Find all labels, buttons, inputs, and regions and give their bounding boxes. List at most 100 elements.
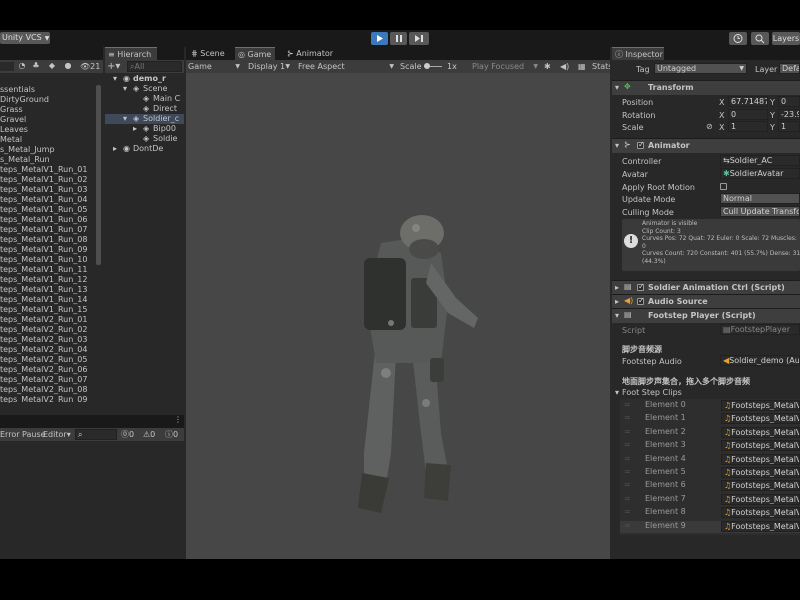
animator-enabled-checkbox[interactable] xyxy=(637,140,645,149)
play-focused-dropdown[interactable]: Play Focused ▼ xyxy=(472,60,538,73)
mute-audio-icon[interactable]: ◀) xyxy=(560,60,569,73)
error-count-toggle[interactable]: ⓪0 xyxy=(121,428,134,441)
soldier-ctrl-enabled-checkbox[interactable] xyxy=(637,282,645,291)
project-item[interactable]: teps_MetalV1_Run_03 xyxy=(0,185,96,195)
drag-handle-icon[interactable]: = xyxy=(624,521,631,531)
drag-handle-icon[interactable]: = xyxy=(624,467,631,477)
display-dropdown[interactable]: Display 1 ▼ xyxy=(248,60,290,73)
layer-dropdown[interactable]: Default xyxy=(779,63,800,74)
footstep-header[interactable]: ▾ ▤ Footstep Player (Script) xyxy=(612,308,800,323)
scale-y-field[interactable]: 1 xyxy=(778,121,800,132)
project-item[interactable]: s_Metal_Run xyxy=(0,155,96,165)
project-item[interactable]: teps_MetalV2_Run_08 xyxy=(0,385,96,395)
clip-object-field[interactable]: ♫Footsteps_MetalV1_ xyxy=(721,453,800,465)
project-item[interactable]: s_Metal_Jump xyxy=(0,145,96,155)
link-icon[interactable]: ⊘ xyxy=(706,122,713,131)
clip-object-field[interactable]: ♫Footsteps_MetalV1_ xyxy=(721,413,800,425)
culling-mode-dropdown[interactable]: Cull Update Transforms xyxy=(720,206,800,217)
rotation-y-field[interactable]: -23.9 xyxy=(778,109,800,120)
rotation-x-field[interactable]: 0 xyxy=(728,109,768,120)
hierarchy-item[interactable]: ◈ Direct xyxy=(105,104,184,114)
project-item[interactable]: teps_MetalV2_Run_03 xyxy=(0,335,96,345)
project-item[interactable]: teps_MetalV1_Run_14 xyxy=(0,295,96,305)
scale-slider-thumb[interactable] xyxy=(424,63,430,69)
project-scrollbar[interactable] xyxy=(96,85,101,265)
editor-dropdown[interactable]: Editor▾ xyxy=(43,428,71,441)
project-search-field[interactable] xyxy=(0,62,14,71)
project-item[interactable]: teps_MetalV1_Run_08 xyxy=(0,235,96,245)
layers-dropdown[interactable]: Layers xyxy=(772,32,800,45)
foldout-arrow-icon[interactable]: ▾ xyxy=(615,388,619,397)
clip-object-field[interactable]: ♫Footsteps_MetalV1_ xyxy=(721,507,800,519)
project-item[interactable]: teps_MetalV2_Run_07 xyxy=(0,375,96,385)
position-y-field[interactable]: 0 xyxy=(778,96,800,107)
drag-handle-icon[interactable]: = xyxy=(624,494,631,504)
drag-handle-icon[interactable]: = xyxy=(624,400,631,410)
history-button[interactable] xyxy=(729,32,747,45)
clip-object-field[interactable]: ♫Footsteps_MetalV1_ xyxy=(721,400,800,411)
add-object-button[interactable]: +▾ xyxy=(107,61,120,72)
project-item[interactable]: teps_MetalV1_Run_11 xyxy=(0,265,96,275)
project-item[interactable]: teps_MetalV2_Run_01 xyxy=(0,315,96,325)
clip-object-field[interactable]: ♫Footsteps_MetalV1_ xyxy=(721,493,800,505)
error-pause-button[interactable]: Error Pause xyxy=(0,428,46,441)
update-mode-dropdown[interactable]: Normal xyxy=(720,193,800,204)
project-item[interactable]: teps_MetalV2_Run_05 xyxy=(0,355,96,365)
gizmo-icon[interactable]: ▦ xyxy=(578,60,586,73)
clip-object-field[interactable]: ♫Footsteps_MetalV1_ xyxy=(721,426,800,438)
project-item[interactable]: DirtyGround xyxy=(0,95,96,105)
tab-scene[interactable]: ⋕ Scene xyxy=(188,47,238,60)
root-motion-checkbox[interactable] xyxy=(720,183,727,190)
project-item[interactable]: teps_MetalV1_Run_01 xyxy=(0,165,96,175)
project-item[interactable]: teps_MetalV1_Run_06 xyxy=(0,215,96,225)
warning-count-toggle[interactable]: ⚠0 xyxy=(143,428,155,441)
scale-x-field[interactable]: 1 xyxy=(728,121,768,132)
search-button[interactable] xyxy=(751,32,769,45)
game-viewport[interactable] xyxy=(186,73,610,559)
visibility-icon[interactable]: 👁21 xyxy=(80,62,100,71)
drag-handle-icon[interactable]: = xyxy=(624,440,631,450)
project-item[interactable]: teps_MetalV1_Run_09 xyxy=(0,245,96,255)
project-item[interactable]: teps_MetalV2_Run_06 xyxy=(0,365,96,375)
project-item[interactable]: teps_MetalV1_Run_05 xyxy=(0,205,96,215)
drag-handle-icon[interactable]: = xyxy=(624,454,631,464)
project-item[interactable]: ssentials xyxy=(0,85,96,95)
tab-animator[interactable]: ⊱ Animator xyxy=(284,47,340,60)
transform-header[interactable]: ▾ ✥ Transform xyxy=(612,80,800,95)
bug-icon[interactable]: ✱ xyxy=(544,60,551,73)
clip-object-field[interactable]: ♫Footsteps_MetalV1_ xyxy=(721,520,800,532)
clip-object-field[interactable]: ♫Footsteps_MetalV1_ xyxy=(721,480,800,492)
project-item[interactable]: Grass xyxy=(0,105,96,115)
drag-handle-icon[interactable]: = xyxy=(624,413,631,423)
clip-object-field[interactable]: ♫Footsteps_MetalV1_ xyxy=(721,440,800,452)
label-filter-icon[interactable]: ◆ xyxy=(48,62,56,70)
animator-header[interactable]: ▾ ⊱ Animator xyxy=(612,138,800,153)
soldier-ctrl-header[interactable]: ▸ ▤ Soldier Animation Ctrl (Script) xyxy=(612,280,800,295)
hierarchy-item[interactable]: ▾ ◈ Soldier_c xyxy=(105,114,184,124)
hierarchy-item[interactable]: ▾ ◈ Scene xyxy=(105,84,184,94)
stats-button[interactable]: Stats xyxy=(592,60,610,73)
hierarchy-item[interactable]: ▸ ◉ DontDe xyxy=(105,144,184,154)
hierarchy-item[interactable]: ▾ ◉ demo_r xyxy=(105,74,184,84)
hierarchy-search-input[interactable]: ⌕All xyxy=(127,61,182,72)
tab-inspector[interactable]: ⓘ Inspector xyxy=(612,47,664,60)
more-options-icon[interactable]: ⋮ xyxy=(174,415,182,424)
hierarchy-item[interactable]: ▸ ◈ Bip00 xyxy=(105,124,184,134)
info-icon[interactable]: ● xyxy=(64,62,72,70)
play-button[interactable] xyxy=(371,32,388,45)
project-item[interactable]: teps_MetalV1_Run_13 xyxy=(0,285,96,295)
filter-icon[interactable]: ◔ xyxy=(18,62,26,70)
project-item[interactable]: teps_MetalV2_Run_09 xyxy=(0,395,96,403)
type-filter-icon[interactable]: ♣ xyxy=(32,62,40,70)
aspect-dropdown[interactable]: Free Aspect ▼ xyxy=(298,60,394,73)
project-item[interactable]: teps_MetalV1_Run_02 xyxy=(0,175,96,185)
project-item[interactable]: teps_MetalV2_Run_02 xyxy=(0,325,96,335)
controller-field[interactable]: ⇆Soldier_AC xyxy=(720,155,800,166)
drag-handle-icon[interactable]: = xyxy=(624,427,631,437)
drag-handle-icon[interactable]: = xyxy=(624,507,631,517)
display-mode-dropdown[interactable]: Game ▼ xyxy=(188,60,240,73)
footstep-audio-field[interactable]: ◀Soldier_demo (Audio xyxy=(720,355,800,366)
drag-handle-icon[interactable]: = xyxy=(624,480,631,490)
audio-source-header[interactable]: ▸ ◀) Audio Source xyxy=(612,294,800,309)
log-count-toggle[interactable]: ⓘ0 xyxy=(165,428,178,441)
